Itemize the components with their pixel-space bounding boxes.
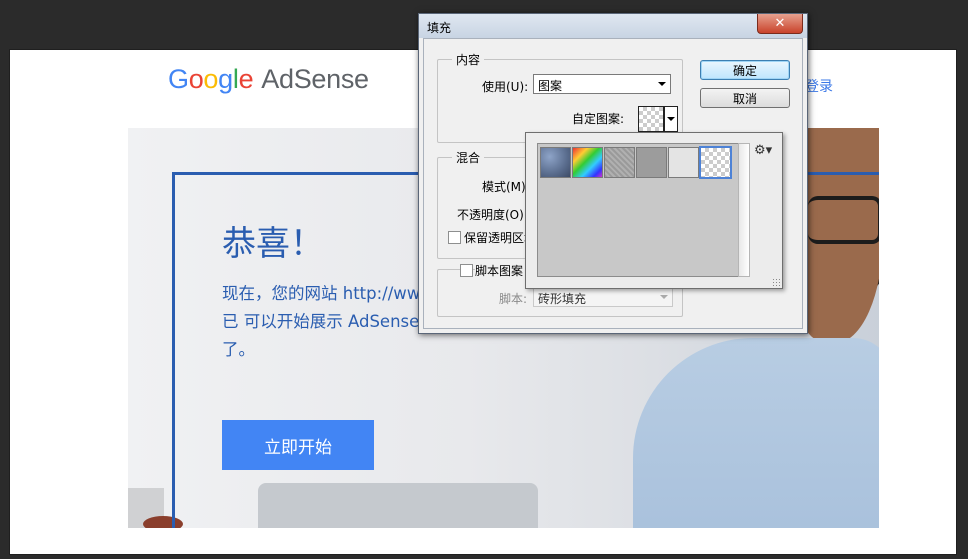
content-legend: 内容 <box>452 51 485 68</box>
pattern-gray-solid[interactable] <box>636 147 667 178</box>
use-select[interactable]: 图案 <box>533 74 671 94</box>
get-started-button[interactable]: 立即开始 <box>222 420 374 470</box>
custom-pattern-label: 自定图案: <box>572 112 625 126</box>
ok-button[interactable]: 确定 <box>700 60 790 80</box>
cancel-button[interactable]: 取消 <box>700 88 790 108</box>
logo-letter: o <box>188 64 204 94</box>
dialog-titlebar[interactable]: 填充 ✕ <box>419 14 807 38</box>
blend-legend: 混合 <box>452 149 485 166</box>
script-pattern-label: 脚本图案 <box>475 262 527 279</box>
chevron-down-icon <box>667 117 675 121</box>
pattern-picker-popup: ⚙▾ <box>525 132 783 289</box>
pattern-scrollbar[interactable] <box>738 143 750 277</box>
google-adsense-logo: Google AdSense <box>168 64 369 95</box>
chevron-down-icon <box>660 295 668 299</box>
pattern-grid <box>537 143 739 277</box>
use-label: 使用(U): <box>482 80 529 94</box>
pattern-light-noise[interactable] <box>668 147 699 178</box>
logo-letter: o <box>203 64 219 94</box>
pattern-tie-dye[interactable] <box>572 147 603 178</box>
close-button[interactable]: ✕ <box>757 14 803 34</box>
script-select-value: 砖形填充 <box>538 292 587 306</box>
logo-letter: e <box>238 64 254 94</box>
pattern-swatch[interactable] <box>638 106 664 132</box>
logo-adsense-text: AdSense <box>261 64 369 94</box>
script-select[interactable]: 砖形填充 <box>533 287 673 307</box>
pattern-bubbles[interactable] <box>540 147 571 178</box>
mode-label: 模式(M): <box>482 180 530 194</box>
gear-icon[interactable]: ⚙▾ <box>754 143 772 158</box>
resize-grip-icon[interactable] <box>772 278 780 286</box>
dialog-title: 填充 <box>427 21 452 35</box>
logo-letter: g <box>218 64 233 94</box>
preserve-transparency-checkbox[interactable] <box>448 231 461 244</box>
pattern-gray-granite[interactable] <box>604 147 635 178</box>
opacity-label: 不透明度(O): <box>457 208 528 222</box>
logo-letter: G <box>168 64 189 94</box>
pattern-transparent-checker[interactable] <box>699 146 732 179</box>
hero-title: 恭喜！ <box>222 224 324 264</box>
signin-link[interactable]: 登录 <box>805 76 833 96</box>
script-label: 脚本: <box>499 292 528 306</box>
pattern-dropdown-button[interactable] <box>664 106 678 132</box>
chevron-down-icon <box>658 82 666 86</box>
use-select-value: 图案 <box>538 79 563 93</box>
close-icon: ✕ <box>774 16 786 31</box>
script-pattern-checkbox[interactable] <box>460 264 473 277</box>
